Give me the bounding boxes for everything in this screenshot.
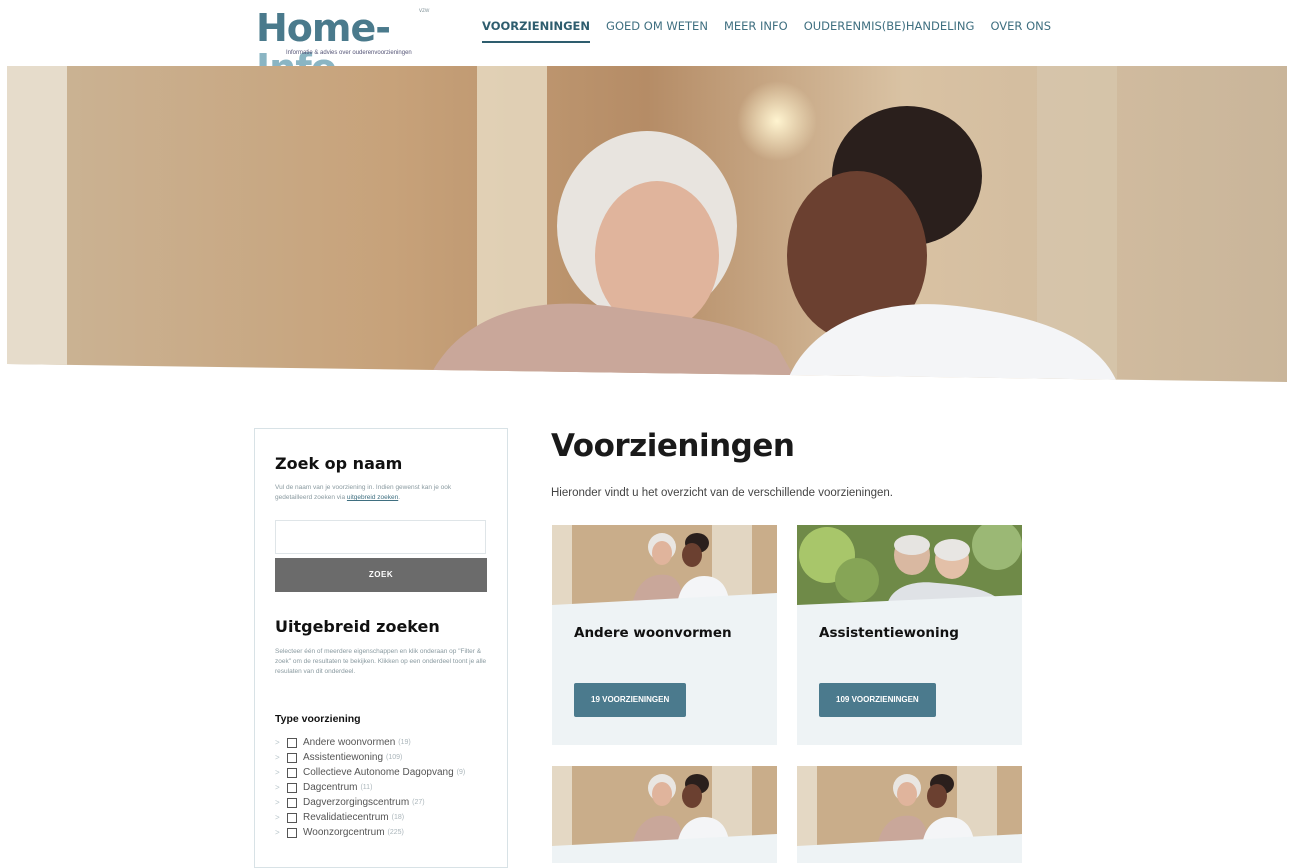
category-card-andere-woonvormen[interactable]: Andere woonvormen 19 VOORZIENINGEN (552, 525, 777, 745)
card-title: Assistentiewoning (819, 625, 959, 641)
page-intro: Hieronder vindt u het overzicht van de v… (551, 487, 894, 499)
card-image (797, 766, 1022, 846)
card-title: Andere woonvormen (574, 625, 732, 641)
nav-item-meer-info[interactable]: MEER INFO (724, 19, 788, 43)
site-logo[interactable]: Home-Info vzw Informatie & advies over o… (256, 8, 434, 88)
chevron-right-icon: > (275, 768, 280, 777)
filter-item[interactable]: > Dagverzorgingscentrum (27) (275, 795, 465, 810)
category-card[interactable] (552, 766, 777, 863)
nav-item-goed-om-weten[interactable]: GOED OM WETEN (606, 19, 708, 43)
filter-checkbox[interactable] (287, 752, 297, 763)
card-count-button[interactable]: 109 VOORZIENINGEN (819, 683, 936, 717)
chevron-right-icon: > (275, 753, 280, 762)
search-button[interactable]: ZOEK (275, 558, 487, 592)
filter-item[interactable]: > Andere woonvormen (19) (275, 735, 465, 750)
nav-item-ouderenmishandeling[interactable]: OUDERENMIS(BE)HANDELING (804, 19, 975, 43)
card-image (552, 525, 777, 605)
filter-checkbox[interactable] (287, 827, 297, 838)
category-card-assistentiewoning[interactable]: Assistentiewoning 109 VOORZIENINGEN (797, 525, 1022, 745)
main-nav: VOORZIENINGEN GOED OM WETEN MEER INFO OU… (482, 19, 1067, 43)
filter-checkbox[interactable] (287, 782, 297, 793)
nav-item-voorzieningen[interactable]: VOORZIENINGEN (482, 19, 591, 43)
card-count-button[interactable]: 19 VOORZIENINGEN (574, 683, 687, 717)
filter-item[interactable]: > Assistentiewoning (109) (275, 750, 465, 765)
chevron-right-icon: > (275, 783, 280, 792)
search-title: Zoek op naam (275, 454, 403, 473)
hero-image (7, 66, 1287, 382)
advanced-search-link[interactable]: uitgebreid zoeken (347, 494, 398, 501)
filter-item[interactable]: > Collectieve Autonome Dagopvang (9) (275, 765, 465, 780)
filter-checkbox[interactable] (287, 737, 297, 748)
card-image (552, 766, 777, 846)
filter-item[interactable]: > Dagcentrum (11) (275, 780, 465, 795)
category-card[interactable] (797, 766, 1022, 863)
filter-heading: Type voorziening (275, 713, 361, 725)
filter-checkbox[interactable] (287, 812, 297, 823)
filter-checkbox[interactable] (287, 797, 297, 808)
advanced-search-title: Uitgebreid zoeken (275, 617, 440, 636)
search-input[interactable] (275, 520, 486, 554)
chevron-right-icon: > (275, 813, 280, 822)
site-header: Home-Info vzw Informatie & advies over o… (0, 0, 1290, 88)
chevron-right-icon: > (275, 738, 280, 747)
filter-item[interactable]: > Woonzorgcentrum (225) (275, 825, 465, 840)
filter-item[interactable]: > Revalidatiecentrum (18) (275, 810, 465, 825)
chevron-right-icon: > (275, 828, 280, 837)
page-title: Voorzieningen (551, 428, 795, 464)
search-sidebar: Zoek op naam Vul de naam van je voorzien… (254, 428, 508, 868)
filter-checkbox[interactable] (287, 767, 297, 778)
search-help-text: Vul de naam van je voorziening in. Indie… (275, 484, 452, 501)
chevron-right-icon: > (275, 798, 280, 807)
card-image (797, 525, 1022, 605)
logo-tagline: Informatie & advies over ouderenvoorzien… (286, 50, 412, 56)
nav-item-over-ons[interactable]: OVER ONS (990, 19, 1051, 43)
advanced-search-help: Selecteer één of meerdere eigenschappen … (275, 648, 487, 675)
filter-list: > Andere woonvormen (19) > Assistentiewonin… (275, 735, 465, 840)
logo-badge: vzw (419, 8, 430, 14)
